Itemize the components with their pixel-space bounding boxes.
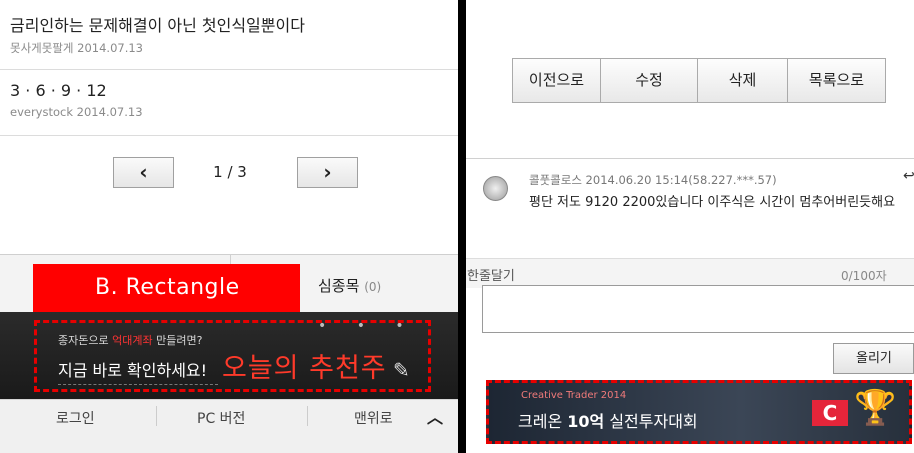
article-date: 2014.07.13 (77, 41, 143, 55)
reply-input[interactable] (482, 285, 914, 333)
article-title[interactable]: 금리인하는 문제해결이 아닌 첫인식일뿐이다 (10, 16, 458, 36)
reply-arrow-icon[interactable]: ↩ (903, 168, 914, 184)
submit-button[interactable]: 올리기 (833, 343, 914, 374)
article-author: everystock (10, 105, 74, 119)
creon-logo-icon: C (812, 400, 848, 426)
chevron-left-icon: ‹ (139, 160, 148, 184)
article-meta: 못사게못팔게 2014.07.13 (10, 40, 458, 56)
action-button-group: 이전으로 수정 삭제 목록으로 (512, 58, 886, 103)
ad-main-prefix: 크레온 (518, 412, 568, 431)
delete-button[interactable]: 삭제 (698, 59, 788, 102)
article-title[interactable]: 3 · 6 · 9 · 12 (10, 81, 458, 101)
tab-interest-stocks[interactable]: 심종목 (0) (318, 275, 381, 296)
footer-divider (156, 406, 157, 426)
comment-text: 평단 저도 9120 2200있습니다 이주식은 시간이 멈추어버린듯해요 (529, 195, 896, 210)
page-indicator: 1 / 3 (213, 163, 247, 181)
login-link[interactable]: 로그인 (56, 408, 95, 428)
avatar (483, 176, 508, 201)
chevron-right-icon: › (323, 160, 332, 184)
reply-label: 한줄달기 (467, 269, 515, 284)
highlight-rectangle (34, 320, 431, 392)
article-meta: everystock 2014.07.13 (10, 105, 458, 119)
prev-page-button[interactable]: ‹ (113, 157, 174, 188)
footer-divider (307, 406, 308, 426)
ad-main-bold: 10억 (567, 412, 605, 431)
back-button[interactable]: 이전으로 (513, 59, 601, 102)
annotation-label: B. Rectangle (33, 264, 300, 312)
tab-label: 심종목 (318, 277, 360, 295)
list-button[interactable]: 목록으로 (788, 59, 885, 102)
list-item[interactable]: 금리인하는 문제해결이 아닌 첫인식일뿐이다 못사게못팔게 2014.07.13 (0, 4, 458, 70)
article-author: 못사게못팔게 (10, 41, 74, 55)
trophy-icon: 🏆 (854, 388, 897, 428)
ad-main-suffix: 실전투자대회 (604, 412, 698, 431)
comment-meta: 콜풋콜로스 2014.06.20 15:14(58.227.***.57) (529, 173, 777, 187)
divider (466, 158, 914, 159)
tab-count: (0) (364, 280, 382, 294)
go-to-top-link[interactable]: 맨위로 (354, 408, 393, 428)
pc-version-link[interactable]: PC 버전 (197, 408, 245, 428)
char-counter: 0/100자 (841, 269, 887, 283)
list-item[interactable]: 3 · 6 · 9 · 12 everystock 2014.07.13 (0, 70, 458, 136)
ad-main-text: 크레온 10억 실전투자대회 (518, 408, 698, 432)
article-date: 2014.07.13 (76, 105, 143, 119)
edit-button[interactable]: 수정 (601, 59, 698, 102)
next-page-button[interactable]: › (297, 157, 358, 188)
ad-subtext: Creative Trader 2014 (521, 390, 627, 401)
chevron-up-icon[interactable]: ︿ (427, 404, 443, 428)
right-panel: 이전으로 수정 삭제 목록으로 콜풋콜로스 2014.06.20 15:14(5… (466, 0, 914, 453)
left-panel: 금리인하는 문제해결이 아닌 첫인식일뿐이다 못사게못팔게 2014.07.13… (0, 0, 458, 453)
